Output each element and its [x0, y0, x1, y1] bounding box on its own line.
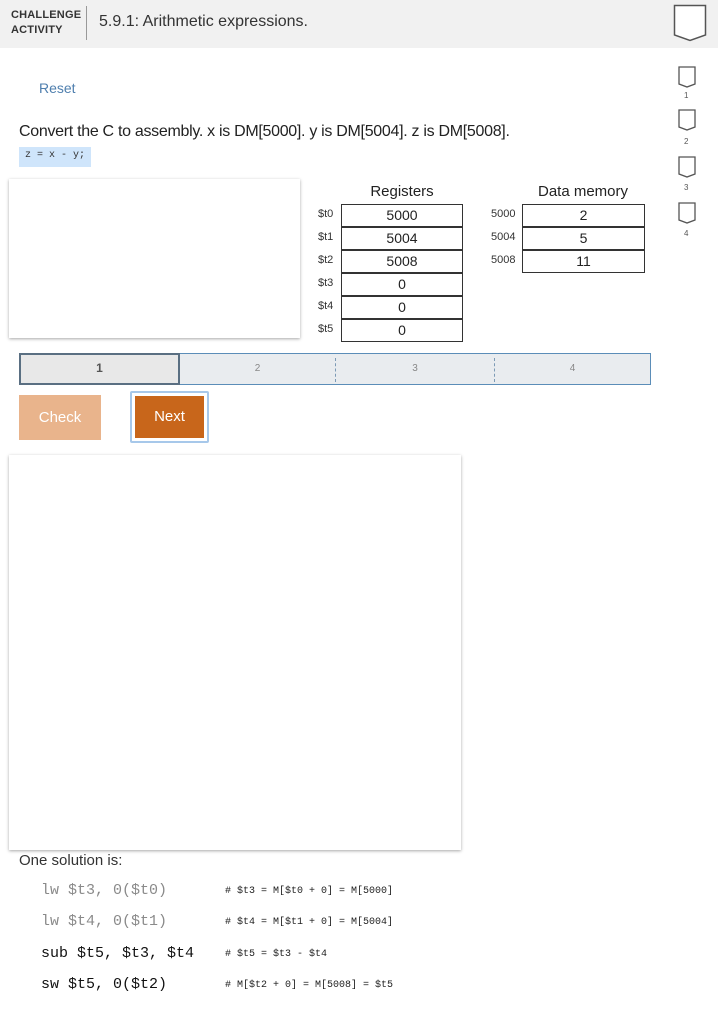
- side-level-number: 2: [684, 137, 689, 146]
- level-flag-icon: [678, 109, 696, 131]
- register-label: $t4: [318, 300, 334, 312]
- level-3-segment[interactable]: 3: [336, 354, 494, 384]
- side-level-1[interactable]: 1: [678, 66, 700, 100]
- side-level-3[interactable]: 3: [678, 156, 700, 192]
- level-flag-icon: [678, 202, 696, 224]
- level-progress-bar: 1 2 3 4: [19, 353, 651, 385]
- register-label: $t2: [318, 254, 334, 266]
- activity-header: CHALLENGE ACTIVITY 5.9.1: Arithmetic exp…: [0, 0, 718, 48]
- reset-link[interactable]: Reset: [39, 80, 76, 96]
- completion-flag-icon: [673, 4, 707, 42]
- code-editor-area[interactable]: [9, 179, 300, 338]
- register-value: 5000: [341, 204, 463, 227]
- solution-code-line: sw $t5, 0($t2): [41, 976, 168, 993]
- c-code-snippet: z = x - y;: [19, 147, 92, 167]
- register-value: 0: [341, 319, 463, 342]
- side-level-number: 1: [684, 91, 689, 100]
- side-level-4[interactable]: 4: [678, 202, 700, 238]
- instruction-text: Convert the C to assembly. x is DM[5000]…: [19, 123, 510, 140]
- register-value: 5004: [341, 227, 463, 250]
- register-label: $t0: [318, 208, 334, 220]
- solution-label: One solution is:: [19, 852, 123, 869]
- activity-title: 5.9.1: Arithmetic expressions.: [99, 13, 308, 30]
- solution-code-line: lw $t4, 0($t1): [41, 913, 168, 930]
- solution-code-line: sub $t5, $t3, $t4: [41, 945, 195, 962]
- level-4-segment[interactable]: 4: [495, 354, 650, 384]
- badge-line-2: ACTIVITY: [11, 24, 63, 36]
- level-flag-icon: [678, 156, 696, 178]
- memory-value: 11: [522, 250, 645, 273]
- level-1-segment[interactable]: 1: [19, 353, 180, 385]
- register-label: $t1: [318, 231, 334, 243]
- check-button[interactable]: Check: [19, 395, 101, 440]
- next-button-focus-ring: Next: [130, 391, 209, 443]
- memory-value: 5: [522, 227, 645, 250]
- next-button[interactable]: Next: [135, 396, 204, 438]
- solution-comment: # $t3 = M[$t0 + 0] = M[5000]: [225, 886, 394, 897]
- register-label: $t3: [318, 277, 334, 289]
- memory-address: 5004: [491, 231, 516, 243]
- memory-value: 2: [522, 204, 645, 227]
- side-level-number: 3: [684, 183, 689, 192]
- solution-code-line: lw $t3, 0($t0): [41, 882, 168, 899]
- level-2-segment[interactable]: 2: [180, 354, 335, 384]
- feedback-panel: [9, 455, 461, 850]
- solution-comment: # $t5 = $t3 - $t4: [225, 949, 328, 960]
- registers-title: Registers: [370, 183, 434, 200]
- memory-address: 5000: [491, 208, 516, 220]
- register-value: 0: [341, 296, 463, 319]
- header-divider: [86, 6, 87, 40]
- side-level-number: 4: [684, 229, 689, 238]
- memory-address: 5008: [491, 254, 516, 266]
- badge-line-1: CHALLENGE: [11, 9, 82, 21]
- challenge-activity-badge: CHALLENGE ACTIVITY: [11, 8, 81, 38]
- level-flag-icon: [678, 66, 696, 88]
- solution-comment: # $t4 = M[$t1 + 0] = M[5004]: [225, 917, 394, 928]
- register-label: $t5: [318, 323, 334, 335]
- side-level-2[interactable]: 2: [678, 109, 700, 146]
- register-value: 5008: [341, 250, 463, 273]
- data-memory-title: Data memory: [537, 183, 629, 200]
- solution-comment: # M[$t2 + 0] = M[5008] = $t5: [225, 980, 394, 991]
- register-value: 0: [341, 273, 463, 296]
